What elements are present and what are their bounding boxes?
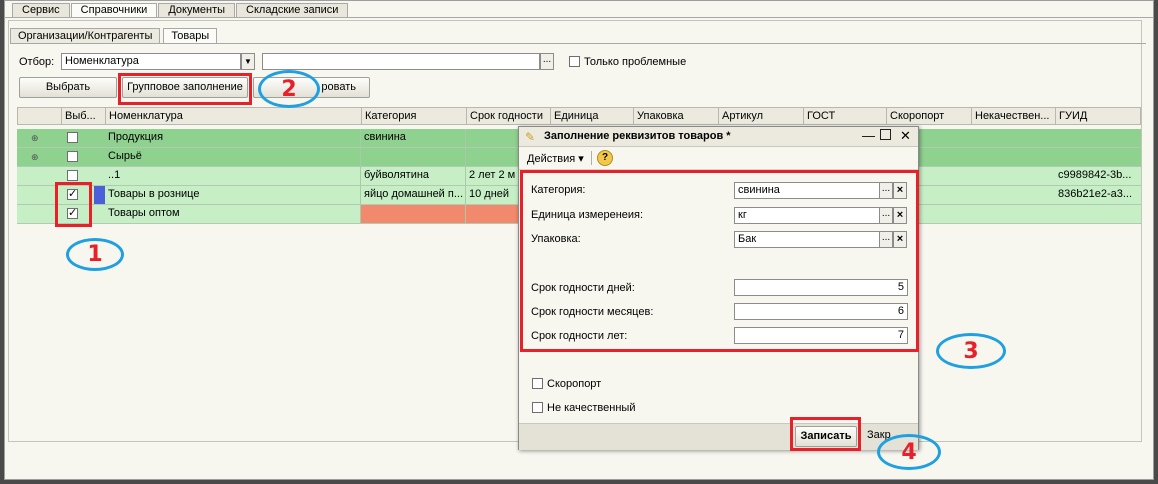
perishable-checkbox[interactable] bbox=[532, 378, 543, 389]
actions-label: Действия bbox=[527, 153, 576, 165]
ellipsis-icon[interactable]: ... bbox=[540, 53, 554, 70]
perishable-label: Скоропорт bbox=[547, 378, 602, 390]
col-name[interactable]: Номенклатура bbox=[106, 108, 362, 125]
row-checkbox[interactable] bbox=[67, 151, 78, 162]
tab-documents[interactable]: Документы bbox=[158, 3, 236, 18]
row-checkbox[interactable] bbox=[67, 170, 78, 181]
col-poor-quality[interactable]: Некачествен... bbox=[972, 108, 1056, 125]
col-blank bbox=[18, 108, 62, 125]
filter-value-input[interactable] bbox=[262, 53, 540, 70]
sub-tabs: Организации/Контрагенты Товары bbox=[10, 28, 220, 44]
filter-field-select[interactable]: Номенклатура bbox=[61, 53, 241, 70]
row-name: Товары оптом bbox=[105, 205, 361, 223]
tab-references[interactable]: Справочники bbox=[70, 3, 158, 18]
col-category[interactable]: Категория bbox=[362, 108, 467, 125]
row-guid bbox=[1055, 129, 1141, 147]
row-name: Сырьё bbox=[105, 148, 361, 166]
only-problem-checkbox[interactable] bbox=[569, 56, 580, 67]
tab-warehouse[interactable]: Складские записи bbox=[236, 3, 349, 18]
minimize-icon[interactable]: — bbox=[862, 128, 875, 143]
callout-box-2 bbox=[118, 73, 252, 105]
row-category: свинина bbox=[361, 129, 466, 147]
dialog-title: Заполнение реквизитов товаров * bbox=[544, 130, 731, 142]
actions-menu[interactable]: Действия ▾ bbox=[527, 152, 584, 165]
dialog-titlebar: ✎ Заполнение реквизитов товаров * — ✕ bbox=[519, 127, 918, 147]
col-perishable[interactable]: Скоропорт bbox=[887, 108, 972, 125]
table-header: Выб... Номенклатура Категория Срок годно… bbox=[17, 107, 1141, 125]
callout-3: 3 bbox=[936, 333, 1006, 369]
row-name: Товары в рознице bbox=[105, 186, 361, 204]
tab-divider bbox=[4, 17, 1154, 18]
col-shelf-life[interactable]: Срок годности bbox=[467, 108, 551, 125]
expand-icon[interactable]: ⊕ bbox=[31, 152, 39, 163]
row-category bbox=[361, 148, 466, 166]
expand-icon[interactable]: ⊕ bbox=[31, 133, 39, 144]
tab-organizations[interactable]: Организации/Контрагенты bbox=[10, 28, 161, 44]
row-checkbox[interactable] bbox=[67, 132, 78, 143]
select-button[interactable]: Выбрать bbox=[19, 77, 117, 98]
row-category-warning bbox=[361, 205, 466, 223]
row-category: яйцо домашней п... bbox=[361, 186, 466, 204]
col-article[interactable]: Артикул bbox=[719, 108, 804, 125]
callout-1: 1 bbox=[66, 238, 124, 271]
col-guid[interactable]: ГУИД bbox=[1056, 108, 1142, 125]
top-tabs: Сервис Справочники Документы Складские з… bbox=[12, 3, 349, 18]
sub-tab-divider bbox=[10, 43, 1146, 44]
row-category: буйволятина bbox=[361, 167, 466, 185]
only-problem-label: Только проблемные bbox=[584, 56, 687, 68]
dialog-toolbar: Действия ▾ ? bbox=[519, 148, 918, 170]
poor-quality-label: Не качественный bbox=[547, 402, 636, 414]
row-guid: 836b21e2-a3... bbox=[1058, 188, 1133, 200]
close-icon[interactable]: ✕ bbox=[900, 128, 911, 144]
col-select[interactable]: Выб... bbox=[62, 108, 106, 125]
callout-box-1 bbox=[55, 182, 92, 227]
toolbar-separator bbox=[591, 151, 592, 165]
chevron-down-icon[interactable]: ▼ bbox=[241, 53, 255, 70]
callout-2: 2 bbox=[258, 70, 320, 108]
row-guid bbox=[1055, 205, 1141, 223]
row-name: Продукция bbox=[105, 129, 361, 147]
maximize-icon[interactable] bbox=[880, 129, 891, 140]
row-guid bbox=[1055, 148, 1141, 166]
tab-goods[interactable]: Товары bbox=[163, 28, 218, 44]
tab-service[interactable]: Сервис bbox=[12, 3, 70, 18]
callout-box-3 bbox=[520, 170, 919, 352]
poor-quality-checkbox[interactable] bbox=[532, 402, 543, 413]
col-gost[interactable]: ГОСТ bbox=[804, 108, 887, 125]
callout-4: 4 bbox=[877, 434, 941, 470]
row-selection-marker bbox=[94, 186, 105, 204]
help-icon[interactable]: ? bbox=[597, 150, 613, 166]
row-guid: c9989842-3b... bbox=[1058, 169, 1132, 181]
dialog-app-icon: ✎ bbox=[525, 130, 536, 144]
row-name: ..1 bbox=[105, 167, 361, 185]
col-package[interactable]: Упаковка bbox=[634, 108, 719, 125]
filter-label: Отбор: bbox=[19, 56, 55, 68]
col-unit[interactable]: Единица bbox=[551, 108, 634, 125]
callout-box-4 bbox=[790, 417, 861, 451]
